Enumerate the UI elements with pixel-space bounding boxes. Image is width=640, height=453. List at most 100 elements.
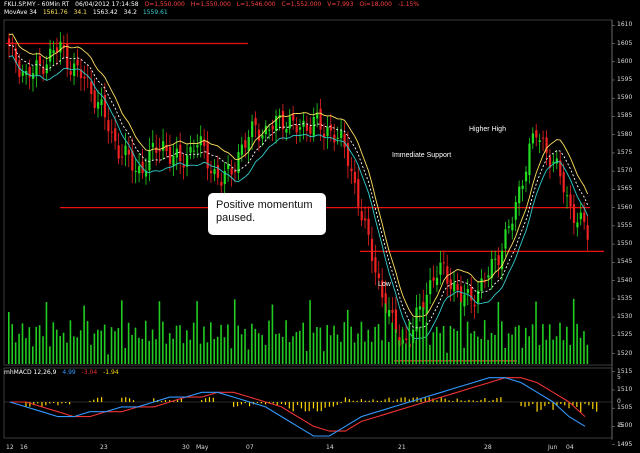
volume-bar (542, 324, 544, 364)
volume-bar (299, 330, 301, 364)
volume-bar (45, 302, 48, 364)
candle-body (562, 172, 565, 193)
ma-value-1: 1561.76 (42, 9, 68, 16)
candle-body (405, 338, 408, 340)
volume-bar (42, 336, 44, 364)
volume-bar (353, 342, 356, 364)
volume-bar (97, 329, 99, 364)
volume-bar (124, 347, 126, 364)
price-tick-label: 1540 (617, 276, 633, 284)
volume-bar (442, 325, 445, 364)
ma-header: MovAve 34 1561.76 34.1 1563.42 34.2 1559… (4, 9, 172, 16)
volume-bar (275, 334, 277, 364)
candle-body (196, 145, 199, 148)
candle-body (439, 262, 442, 275)
volume-bar (528, 336, 530, 364)
volume-bar (247, 349, 250, 364)
volume-bar (11, 324, 14, 364)
candle-body (312, 116, 315, 136)
volume-bar (336, 334, 339, 364)
volume-bar (333, 325, 335, 364)
candle-body (521, 185, 524, 189)
datetime-label: 06/04/2012 17:14:58 (75, 1, 139, 8)
volume-bar (38, 325, 41, 364)
volume-bar (370, 341, 373, 364)
candle-body (531, 133, 534, 144)
volume-bar (21, 323, 24, 364)
volume-bar (360, 321, 363, 364)
volume-bar (79, 330, 82, 364)
volume-bar (240, 334, 243, 364)
price-tick-label: 1510 (617, 386, 633, 393)
candle-body (432, 277, 435, 281)
macd-tick-label: -5 (617, 422, 623, 430)
volume-bar (548, 324, 551, 364)
candle-body (83, 76, 86, 79)
candle-body (8, 38, 11, 46)
volume-bar (463, 347, 465, 364)
volume-value: V=7,993 (327, 1, 354, 8)
volume-bar (579, 337, 582, 364)
volume-bar (244, 328, 246, 364)
volume-bar (453, 328, 455, 364)
candle-body (418, 306, 422, 310)
candle-body (66, 43, 69, 69)
volume-bar (439, 333, 441, 364)
volume-bar (531, 324, 534, 364)
volume-bar (329, 335, 332, 364)
candle-body (336, 137, 339, 139)
volume-bar (148, 340, 150, 364)
volume-bar (319, 327, 322, 364)
price-tick-label: 1505 (617, 404, 633, 412)
volume-bar (93, 333, 96, 364)
time-tick-label: 30 (182, 444, 190, 451)
low-label: Low (378, 281, 391, 288)
candle-body (240, 144, 243, 155)
time-tick-label: 07 (246, 444, 254, 451)
volume-bar (206, 342, 209, 364)
candle-body (374, 257, 377, 273)
price-tick-label: 1535 (617, 294, 633, 302)
candle-body (97, 102, 100, 109)
volume-bar (473, 331, 476, 364)
price-tick-label: 1590 (617, 94, 633, 102)
price-tick-label: 1605 (617, 39, 633, 47)
candle-body (182, 165, 185, 168)
volume-bar (271, 304, 274, 364)
candle-body (114, 128, 117, 142)
price-tick-label: 1600 (617, 57, 633, 65)
volume-bar (405, 343, 407, 364)
candle-body (261, 135, 264, 139)
candle-body (535, 130, 538, 138)
volume-bar (456, 331, 459, 364)
candle-body (538, 140, 541, 142)
candle-body (528, 143, 531, 176)
histogram-value: -1.94 (103, 369, 119, 376)
volume-bar (292, 336, 294, 364)
candle-body (377, 273, 380, 279)
time-tick-label: 28 (484, 444, 492, 451)
volume-bar (216, 336, 219, 364)
candle-body (189, 146, 192, 153)
candle-body (459, 286, 463, 303)
volume-bar (538, 345, 541, 364)
volume-bar (268, 320, 270, 364)
price-tick-label: 1545 (617, 258, 633, 266)
candle-body (364, 218, 367, 221)
volume-bar (230, 348, 233, 364)
volume-bar (295, 332, 298, 364)
candle-body (343, 133, 346, 148)
candle-body (90, 81, 93, 94)
volume-bar (357, 333, 359, 364)
time-tick-label: 12 (6, 444, 14, 451)
volume-bar (504, 347, 507, 364)
candle-body (268, 129, 271, 131)
volume-bar (477, 336, 479, 364)
candle-body (52, 50, 55, 54)
volume-bar (168, 333, 171, 364)
volume-bar (182, 343, 185, 364)
volume-bar (49, 346, 51, 364)
volume-bar (415, 340, 417, 364)
volume-bar (155, 339, 157, 364)
candle-body (110, 131, 113, 133)
